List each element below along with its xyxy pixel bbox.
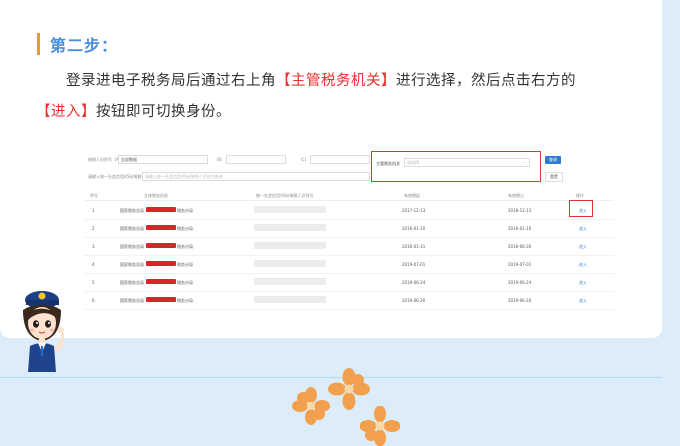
filter-label-3: （C） [298,157,309,162]
instruction-text-3: 按钮即可切换身份。 [96,104,231,120]
blurred-id [254,296,326,303]
query-button[interactable]: 查询 [545,156,561,164]
instruction-highlight-2: 【进入】 [36,104,96,120]
enter-link[interactable]: 进入 [579,244,587,250]
reset-button[interactable]: 重置 [545,172,563,182]
flower-icon [360,406,400,446]
content-card: 第二步： 登录进电子税务局后通过右上角【主管税务机关】进行选择，然后点击右方的【… [0,0,662,338]
redaction-bar [146,297,176,302]
filter-select-1[interactable]: 全部数据 [118,155,208,164]
filter-input-3[interactable] [310,155,370,164]
table-row: 6 国家税务总局 税务分局 2019-06-20 2019-06-20 进入 [84,292,614,310]
table-row: 2 国家税务总局 税务分局 2016-01-10 2016-01-10 进入 [84,220,614,238]
blurred-id [254,278,326,285]
step-heading: 第二步： [37,33,118,55]
flower-icon [292,387,330,425]
redaction-bar [146,279,176,284]
filter-long-input[interactable]: 请输入统一社会信用代码/纳税人识别号查询 [142,172,370,181]
redaction-bar [146,225,176,230]
blurred-id [254,224,326,231]
enter-highlight [569,200,593,217]
tax-bureau-screenshot: 纳税人识别号（A） 全部数据 （B） （C） 请输入统一社会信用代码/纳税人识别… [84,148,614,316]
step-bar [37,33,40,55]
blurred-id [254,206,326,213]
enter-link[interactable]: 进入 [579,262,587,268]
instruction-paragraph: 登录进电子税务局后通过右上角【主管税务机关】进行选择，然后点击右方的【进入】按钮… [36,66,656,128]
tax-officer-mascot-icon [23,291,65,372]
enter-link[interactable]: 进入 [579,298,587,304]
redaction-bar [146,243,176,248]
blurred-id [254,242,326,249]
table-row: 3 国家税务总局 税务分局 2016-01-31 2016-06-30 进入 [84,238,614,256]
enter-link[interactable]: 进入 [579,226,587,232]
chevron-down-icon: ⌄ [522,159,526,164]
table-header: 序号 主体税务机关 统一社会信用代码/纳税人识别号 有效期起 有效期止 操作 [84,192,614,201]
filter-input-2[interactable] [226,155,286,164]
table-row: 5 国家税务总局 税务分局 2019-06-24 2019-06-24 进入 [84,274,614,292]
table-row: 1 国家税务总局 税务分局 2017-12-13 2018-12-13 进入 [84,202,614,220]
table-row: 4 国家税务总局 税务分局 2019-07-01 2019-07-01 进入 [84,256,614,274]
instruction-text-1: 登录进电子税务局后通过右上角 [66,73,276,89]
tax-authority-label: 主管税务机关 [376,161,400,166]
blurred-id [254,260,326,267]
filter-label-2: （B） [214,157,225,162]
instruction-text-2: 进行选择，然后点击右方的 [396,73,576,89]
instruction-highlight-1: 【主管税务机关】 [276,73,396,89]
tax-authority-select[interactable]: 请选择 ⌄ [404,158,530,167]
step-title: 第二步： [50,36,119,55]
redaction-bar [146,207,176,212]
redaction-bar [146,261,176,266]
flower-icon [328,368,370,410]
enter-link[interactable]: 进入 [579,280,587,286]
